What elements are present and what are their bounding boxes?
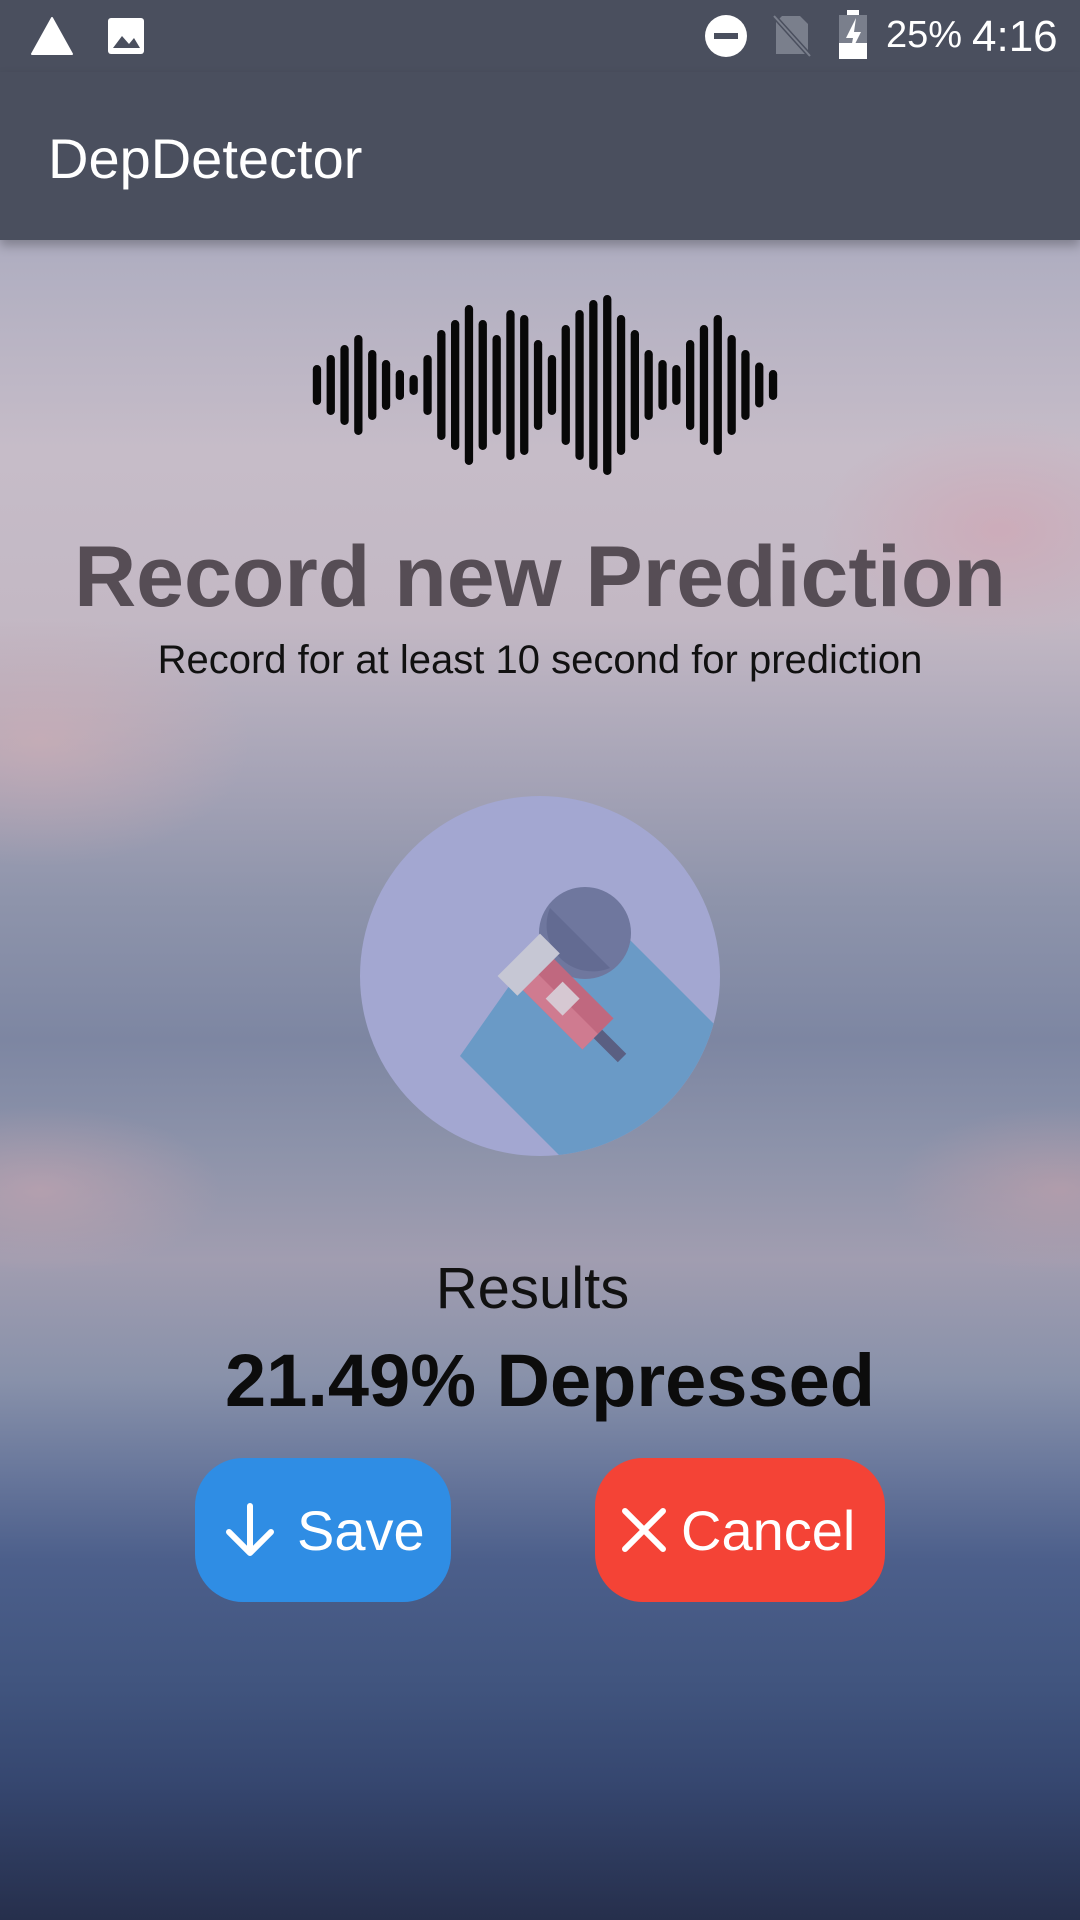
- cancel-button[interactable]: Cancel: [595, 1458, 885, 1602]
- wave-bar: [506, 310, 515, 460]
- wave-bar: [561, 325, 570, 445]
- page-title: Record new Prediction: [74, 529, 1006, 625]
- wave-bar: [492, 335, 501, 435]
- microphone-icon: [460, 887, 720, 1156]
- wave-bar: [520, 315, 529, 455]
- wave-bar: [368, 350, 377, 420]
- save-button-label: Save: [297, 1498, 425, 1562]
- results-value: 21.49% Depressed: [225, 1339, 875, 1422]
- wave-bar: [603, 295, 612, 475]
- record-button[interactable]: [360, 796, 720, 1156]
- app-bar: DepDetector: [0, 72, 1080, 240]
- wave-bar: [699, 325, 709, 445]
- clock: 4:16: [972, 12, 1058, 61]
- status-bar: 25% 4:16: [0, 0, 1080, 72]
- app-title: DepDetector: [48, 127, 363, 190]
- cancel-button-label: Cancel: [681, 1498, 856, 1562]
- results-label: Results: [435, 1256, 630, 1321]
- wave-bar: [340, 345, 349, 425]
- wave-bar: [354, 335, 363, 435]
- wave-bar: [381, 360, 391, 410]
- wave-bar: [658, 360, 667, 410]
- wave-bar: [755, 362, 764, 408]
- wave-bar: [423, 355, 432, 415]
- wave-bar: [686, 340, 695, 430]
- wave-bar: [312, 365, 322, 405]
- save-button[interactable]: Save: [195, 1458, 451, 1602]
- wave-bar: [533, 340, 543, 430]
- wave-bar: [768, 370, 778, 400]
- image-icon: [108, 18, 144, 54]
- close-icon: [622, 1508, 666, 1552]
- wave-bar: [395, 370, 404, 400]
- wave-bar: [616, 315, 626, 455]
- wave-bar: [409, 375, 418, 395]
- sound-wave-icon: [312, 295, 778, 475]
- battery-charging-icon: [839, 10, 867, 59]
- wave-bar: [326, 355, 335, 415]
- wave-bar: [437, 330, 446, 440]
- wave-bar: [727, 335, 736, 435]
- wave-bar: [672, 365, 681, 405]
- arrow-down-icon: [226, 1503, 274, 1556]
- wave-bar: [589, 300, 598, 470]
- wave-bar: [630, 330, 639, 440]
- wave-bar: [575, 310, 584, 460]
- wave-bar: [464, 305, 474, 465]
- wave-bar: [547, 355, 557, 415]
- wave-bar: [478, 320, 487, 450]
- wave-bar: [644, 350, 653, 420]
- do-not-disturb-icon: [705, 15, 747, 57]
- wave-bar: [713, 315, 722, 455]
- wave-bar: [741, 350, 750, 420]
- page-subtitle: Record for at least 10 second for predic…: [157, 638, 923, 682]
- no-sim-icon: [772, 14, 812, 58]
- alert-triangle-icon: [31, 17, 73, 55]
- battery-percent: 25%: [886, 14, 963, 56]
- wave-bar: [451, 320, 460, 450]
